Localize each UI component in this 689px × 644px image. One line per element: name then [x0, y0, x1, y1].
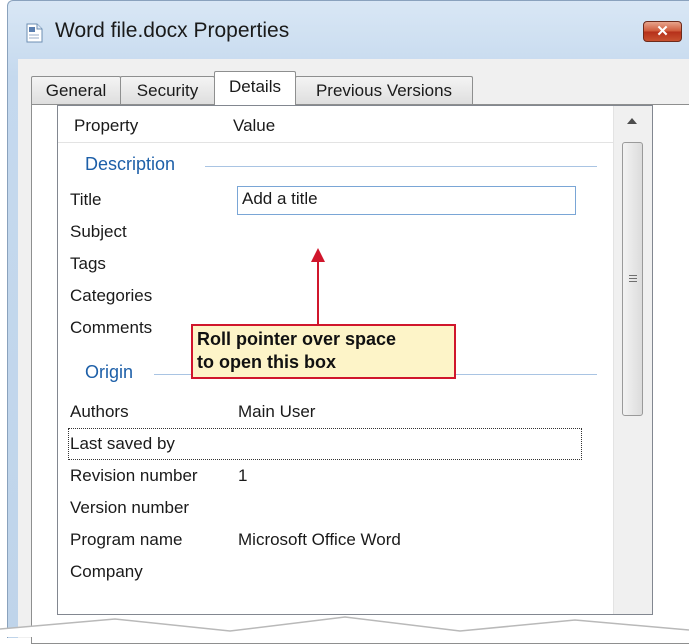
- column-header-property[interactable]: Property: [74, 116, 138, 136]
- vertical-scrollbar[interactable]: [613, 106, 652, 614]
- close-button[interactable]: ✕: [643, 21, 682, 42]
- property-row-program-name[interactable]: Program name Microsoft Office Word: [68, 524, 623, 556]
- group-description: Description: [85, 154, 176, 174]
- property-label: Program name: [70, 530, 183, 549]
- tab-previous-versions[interactable]: Previous Versions: [295, 76, 473, 104]
- property-label: Last saved by: [70, 434, 175, 453]
- column-header-value[interactable]: Value: [233, 116, 275, 136]
- property-label: Company: [70, 562, 143, 581]
- property-label: Title: [70, 190, 102, 209]
- grip-line: [629, 275, 637, 276]
- property-row-revision-number[interactable]: Revision number 1: [68, 460, 623, 492]
- property-row-subject[interactable]: Subject: [68, 216, 623, 248]
- property-label: Revision number: [70, 466, 198, 485]
- property-row-company[interactable]: Company: [68, 556, 623, 588]
- property-label: Subject: [70, 222, 127, 241]
- tab-security[interactable]: Security: [120, 76, 215, 104]
- property-row-last-saved-by[interactable]: Last saved by: [68, 428, 582, 460]
- tab-general[interactable]: General: [31, 76, 121, 104]
- grip-line: [629, 278, 637, 279]
- properties-window: Word file.docx Properties ✕ General Secu…: [7, 0, 689, 644]
- column-header: Property Value: [58, 106, 613, 143]
- property-value: 1: [238, 466, 248, 485]
- document-icon: [26, 23, 43, 43]
- property-row-version-number[interactable]: Version number: [68, 492, 623, 524]
- callout-arrow-line: [317, 260, 319, 324]
- property-label: Tags: [70, 254, 106, 273]
- property-list[interactable]: Property Value Description Title Add a t…: [57, 105, 653, 615]
- property-label: Authors: [70, 402, 129, 421]
- group-divider: [205, 166, 597, 167]
- title-bar[interactable]: Word file.docx Properties ✕: [8, 1, 689, 59]
- close-icon: ✕: [656, 23, 669, 40]
- torn-edge: [0, 616, 689, 637]
- tab-details[interactable]: Details: [214, 71, 296, 105]
- property-value: Main User: [238, 402, 316, 421]
- group-origin: Origin: [85, 362, 134, 382]
- property-label: Categories: [70, 286, 153, 305]
- scroll-up-arrow-icon[interactable]: [627, 118, 637, 124]
- callout-line-1: Roll pointer over space: [197, 329, 397, 349]
- scroll-thumb[interactable]: [622, 142, 643, 416]
- property-value: Microsoft Office Word: [238, 530, 401, 549]
- property-row-tags[interactable]: Tags: [68, 248, 623, 280]
- property-row-categories[interactable]: Categories: [68, 280, 623, 312]
- property-label: Comments: [70, 318, 153, 337]
- callout-line-2: to open this box: [197, 352, 336, 372]
- window-title: Word file.docx Properties: [55, 19, 290, 42]
- grip-line: [629, 281, 637, 282]
- property-row-authors[interactable]: Authors Main User: [68, 396, 623, 428]
- callout-note: Roll pointer over space to open this box: [191, 324, 456, 379]
- title-input[interactable]: Add a title: [237, 186, 576, 215]
- property-label: Version number: [70, 498, 190, 517]
